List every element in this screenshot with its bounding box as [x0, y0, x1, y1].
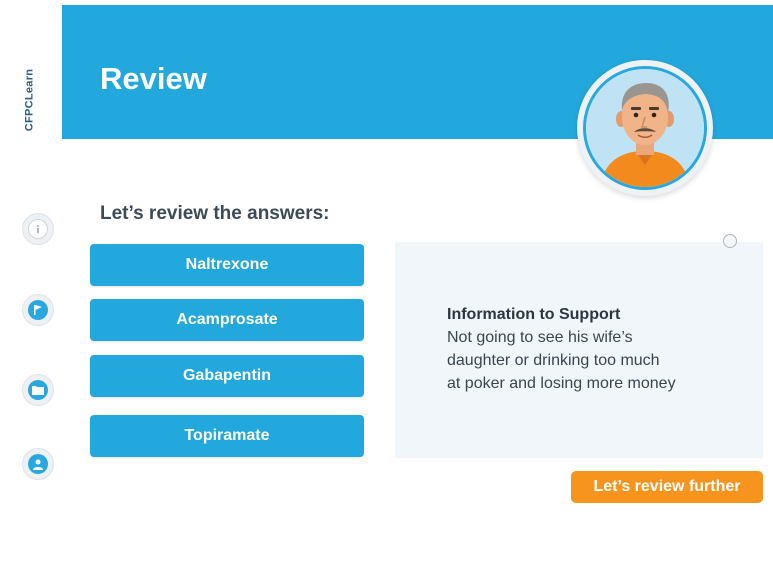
- page-title: Review: [100, 61, 207, 96]
- brand-logo: CFPCLearn: [19, 56, 39, 144]
- answer-button-acamprosate[interactable]: Acamprosate: [90, 299, 364, 341]
- character-avatar-icon: [583, 66, 707, 190]
- folder-icon: [28, 380, 48, 400]
- info-line: at poker and losing more money: [447, 375, 676, 392]
- review-further-button[interactable]: Let’s review further: [571, 471, 763, 503]
- info-line: daughter or drinking too much: [447, 352, 660, 369]
- flag-button[interactable]: [22, 294, 54, 326]
- avatar: [577, 60, 713, 196]
- user-icon: [28, 454, 48, 474]
- folder-button[interactable]: [22, 374, 54, 406]
- review-subtitle: Let’s review the answers:: [100, 203, 330, 224]
- info-heading: Information to Support: [447, 306, 621, 323]
- brand-logo-text: CFPCLearn: [23, 68, 36, 132]
- info-line: Not going to see his wife’s: [447, 329, 633, 346]
- info-text: Information to Support Not going to see …: [447, 306, 747, 395]
- panel-settings-icon: [723, 234, 737, 248]
- info-panel: Information to Support Not going to see …: [395, 234, 763, 458]
- flag-icon: [28, 300, 48, 320]
- sidebar: CFPCLearn: [0, 0, 62, 586]
- answer-button-topiramate[interactable]: Topiramate: [90, 415, 364, 457]
- info-button[interactable]: [22, 213, 54, 245]
- info-icon: [28, 219, 48, 239]
- answer-button-gabapentin[interactable]: Gabapentin: [90, 355, 364, 397]
- answer-button-naltrexone[interactable]: Naltrexone: [90, 244, 364, 286]
- user-button[interactable]: [22, 448, 54, 480]
